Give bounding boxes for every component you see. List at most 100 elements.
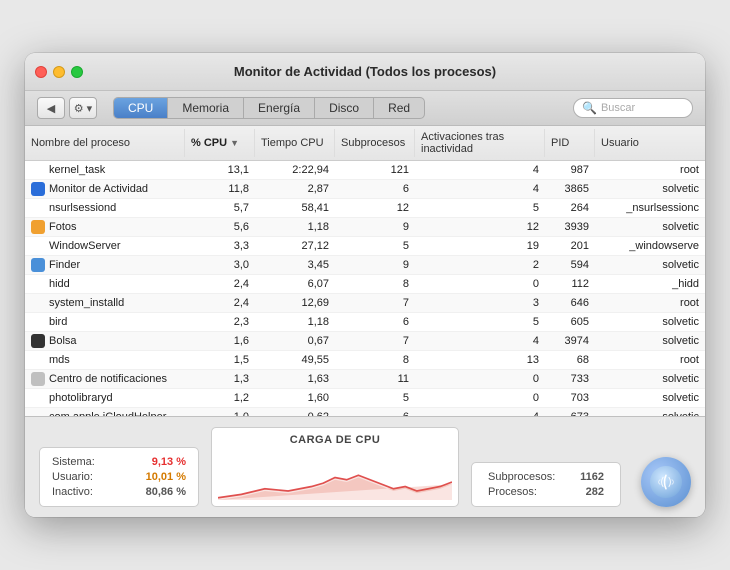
threads-cell: 6	[335, 409, 415, 416]
siri-button[interactable]	[641, 457, 691, 507]
process-name-cell: Fotos	[25, 218, 185, 236]
col-time[interactable]: Tiempo CPU	[255, 129, 335, 157]
table-row[interactable]: Fotos5,61,189123939solvetic	[25, 218, 705, 237]
tab-disco[interactable]: Disco	[315, 98, 374, 118]
toolbar: ◀ ⚙ ▾ CPU Memoria Energía Disco Red 🔍 Bu…	[25, 91, 705, 126]
user-cell: solvetic	[595, 333, 705, 349]
pid-cell: 3865	[545, 181, 595, 197]
gear-button[interactable]: ⚙ ▾	[69, 97, 97, 119]
search-box[interactable]: 🔍 Buscar	[573, 98, 693, 118]
sort-arrow-icon: ▼	[230, 138, 239, 148]
traffic-lights	[35, 66, 83, 78]
pid-cell: 201	[545, 238, 595, 254]
process-icon-spacer	[31, 315, 45, 329]
tab-energia[interactable]: Energía	[244, 98, 315, 118]
col-activations[interactable]: Activaciones tras inactividad	[415, 129, 545, 157]
process-stats-panel: Subprocesos: 1162 Procesos: 282	[471, 462, 621, 507]
cpu-cell: 1,3	[185, 371, 255, 387]
table-row[interactable]: nsurlsessiond5,758,41125264_nsurlsession…	[25, 199, 705, 218]
threads-cell: 5	[335, 390, 415, 406]
process-name-text: nsurlsessiond	[49, 202, 116, 214]
table-row[interactable]: WindowServer3,327,12519201_windowserve	[25, 237, 705, 256]
activations-cell: 5	[415, 200, 545, 216]
user-cell: solvetic	[595, 314, 705, 330]
cpu-cell: 5,6	[185, 219, 255, 235]
tab-red[interactable]: Red	[374, 98, 424, 118]
user-cell: root	[595, 352, 705, 368]
table-row[interactable]: system_installd2,412,6973646root	[25, 294, 705, 313]
table-row[interactable]: Finder3,03,4592594solvetic	[25, 256, 705, 275]
cpu-cell: 1,2	[185, 390, 255, 406]
activations-cell: 4	[415, 181, 545, 197]
process-name-cell: kernel_task	[25, 161, 185, 179]
user-cell: solvetic	[595, 257, 705, 273]
pid-cell: 3939	[545, 219, 595, 235]
process-name-text: WindowServer	[49, 240, 121, 252]
table-row[interactable]: kernel_task13,12:22,941214987root	[25, 161, 705, 180]
user-cell: _hidd	[595, 276, 705, 292]
table-row[interactable]: Monitor de Actividad11,82,87643865solvet…	[25, 180, 705, 199]
process-icon-spacer	[31, 353, 45, 367]
table-row[interactable]: Centro de notificaciones1,31,63110733sol…	[25, 370, 705, 389]
close-button[interactable]	[35, 66, 47, 78]
col-pid[interactable]: PID	[545, 129, 595, 157]
subprocesos-value: 1162	[580, 471, 604, 483]
col-threads[interactable]: Subprocesos	[335, 129, 415, 157]
table-row[interactable]: hidd2,46,0780112_hidd	[25, 275, 705, 294]
usuario-value: 10,01 %	[146, 471, 186, 483]
tab-memoria[interactable]: Memoria	[168, 98, 244, 118]
user-cell: solvetic	[595, 371, 705, 387]
user-cell: solvetic	[595, 409, 705, 416]
activations-cell: 5	[415, 314, 545, 330]
minimize-button[interactable]	[53, 66, 65, 78]
threads-cell: 9	[335, 257, 415, 273]
process-icon-spacer	[31, 410, 45, 416]
table-row[interactable]: Bolsa1,60,67743974solvetic	[25, 332, 705, 351]
process-icon-spacer	[31, 277, 45, 291]
subprocesos-label: Subprocesos:	[488, 471, 555, 483]
process-name-cell: Bolsa	[25, 332, 185, 350]
threads-cell: 5	[335, 238, 415, 254]
cpu-cell: 3,0	[185, 257, 255, 273]
time-cell: 1,60	[255, 390, 335, 406]
time-cell: 1,63	[255, 371, 335, 387]
cpu-cell: 3,3	[185, 238, 255, 254]
tab-cpu[interactable]: CPU	[114, 98, 168, 118]
user-cell: solvetic	[595, 390, 705, 406]
chart-label: CARGA DE CPU	[290, 434, 381, 446]
search-placeholder: Buscar	[601, 102, 635, 114]
threads-cell: 121	[335, 162, 415, 178]
threads-cell: 8	[335, 352, 415, 368]
process-table: Nombre del proceso % CPU ▼ Tiempo CPU Su…	[25, 126, 705, 416]
cpu-chart	[218, 455, 452, 500]
col-user[interactable]: Usuario	[595, 129, 705, 157]
gear-icon: ⚙ ▾	[74, 102, 92, 115]
process-icon	[31, 220, 45, 234]
process-name-text: Fotos	[49, 221, 77, 233]
time-cell: 0,62	[255, 409, 335, 416]
footer: Sistema: 9,13 % Usuario: 10,01 % Inactiv…	[25, 416, 705, 517]
cpu-cell: 1,0	[185, 409, 255, 416]
process-name-text: hidd	[49, 278, 70, 290]
activations-cell: 4	[415, 333, 545, 349]
table-row[interactable]: bird2,31,1865605solvetic	[25, 313, 705, 332]
time-cell: 27,12	[255, 238, 335, 254]
col-cpu[interactable]: % CPU ▼	[185, 129, 255, 157]
process-icon-spacer	[31, 201, 45, 215]
process-name-cell: mds	[25, 351, 185, 369]
maximize-button[interactable]	[71, 66, 83, 78]
cpu-cell: 2,4	[185, 276, 255, 292]
threads-cell: 8	[335, 276, 415, 292]
table-header: Nombre del proceso % CPU ▼ Tiempo CPU Su…	[25, 126, 705, 161]
col-name[interactable]: Nombre del proceso	[25, 129, 185, 157]
inactivo-value: 80,86 %	[146, 486, 186, 498]
pid-cell: 703	[545, 390, 595, 406]
table-row[interactable]: mds1,549,5581368root	[25, 351, 705, 370]
process-name-text: bird	[49, 316, 67, 328]
table-row[interactable]: photolibraryd1,21,6050703solvetic	[25, 389, 705, 408]
toolbar-nav-buttons: ◀ ⚙ ▾	[37, 97, 97, 119]
subprocesos-stat: Subprocesos: 1162	[488, 471, 604, 483]
process-name-cell: Monitor de Actividad	[25, 180, 185, 198]
table-row[interactable]: com.apple.iCloudHelper1,00,6264673solvet…	[25, 408, 705, 416]
back-button[interactable]: ◀	[37, 97, 65, 119]
